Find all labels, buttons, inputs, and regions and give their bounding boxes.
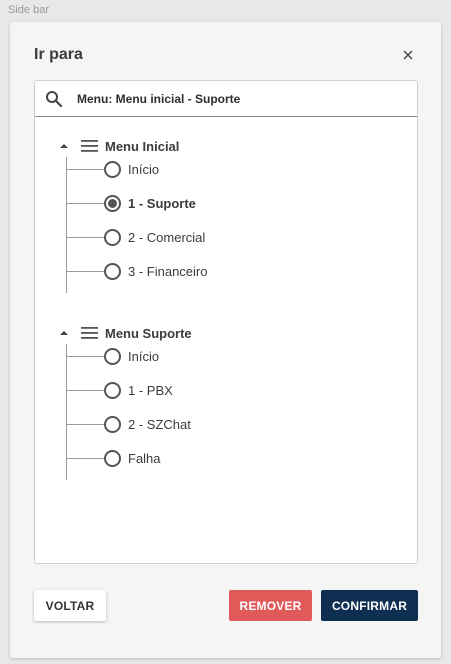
- tree-branch: [66, 457, 104, 459]
- item-label: Início: [128, 348, 160, 364]
- go-to-dialog: Ir para Menu: Menu inicial - Suporte Men…: [10, 22, 441, 658]
- menu-item[interactable]: 1 - Suporte: [66, 193, 196, 213]
- tree-branch: [66, 423, 104, 425]
- radio-button[interactable]: [104, 449, 121, 467]
- search-input[interactable]: [77, 89, 397, 109]
- dialog-header: Ir para: [34, 46, 421, 66]
- menu-item[interactable]: Início: [66, 159, 159, 179]
- item-label: 1 - Suporte: [128, 195, 196, 211]
- group-title: Menu Inicial: [105, 138, 180, 154]
- tree-branch: [66, 389, 104, 391]
- menu-item[interactable]: 2 - Comercial: [66, 227, 205, 247]
- search-icon: [46, 91, 63, 108]
- tree-branch: [66, 236, 104, 238]
- menu-item[interactable]: 1 - PBX: [66, 380, 173, 400]
- item-label: 2 - SZChat: [128, 416, 191, 432]
- close-icon: [403, 50, 413, 60]
- remove-button[interactable]: REMOVER: [229, 590, 312, 621]
- back-button[interactable]: VOLTAR: [34, 590, 106, 621]
- item-label: 1 - PBX: [128, 382, 173, 398]
- radio-button-selected[interactable]: [104, 194, 121, 212]
- menu-lines-icon: [81, 140, 98, 152]
- radio-button[interactable]: [104, 415, 121, 433]
- group-title: Menu Suporte: [105, 325, 192, 341]
- tree-branch: [66, 270, 104, 272]
- tree-branch: [66, 355, 104, 357]
- confirm-button[interactable]: CONFIRMAR: [321, 590, 418, 621]
- radio-button[interactable]: [104, 262, 121, 280]
- item-label: 2 - Comercial: [128, 229, 206, 245]
- tree-branch: [66, 202, 104, 204]
- radio-button[interactable]: [104, 381, 121, 399]
- item-label: Início: [128, 161, 160, 177]
- caret-up-icon: [59, 328, 69, 338]
- menu-lines-icon: [81, 327, 98, 339]
- menu-item[interactable]: Falha: [66, 448, 161, 468]
- search-bar: [35, 81, 417, 117]
- tree-branch: [66, 168, 104, 170]
- item-label: Falha: [128, 450, 161, 466]
- radio-button[interactable]: [104, 160, 121, 178]
- radio-button[interactable]: [104, 228, 121, 246]
- dialog-title: Ir para: [34, 46, 83, 63]
- group-header[interactable]: Menu Suporte: [59, 324, 192, 342]
- menu-item[interactable]: 2 - SZChat: [66, 414, 191, 434]
- caret-up-icon: [59, 141, 69, 151]
- menu-item[interactable]: 3 - Financeiro: [66, 261, 207, 281]
- frame-label: Side bar: [8, 4, 49, 16]
- item-label: 3 - Financeiro: [128, 263, 208, 279]
- close-button[interactable]: [399, 46, 417, 64]
- group-header[interactable]: Menu Inicial: [59, 137, 179, 155]
- menu-tree-box: Menu Inicial Início 1 - Suporte 2 - Come…: [34, 80, 418, 564]
- radio-button[interactable]: [104, 347, 121, 365]
- menu-item[interactable]: Início: [66, 346, 159, 366]
